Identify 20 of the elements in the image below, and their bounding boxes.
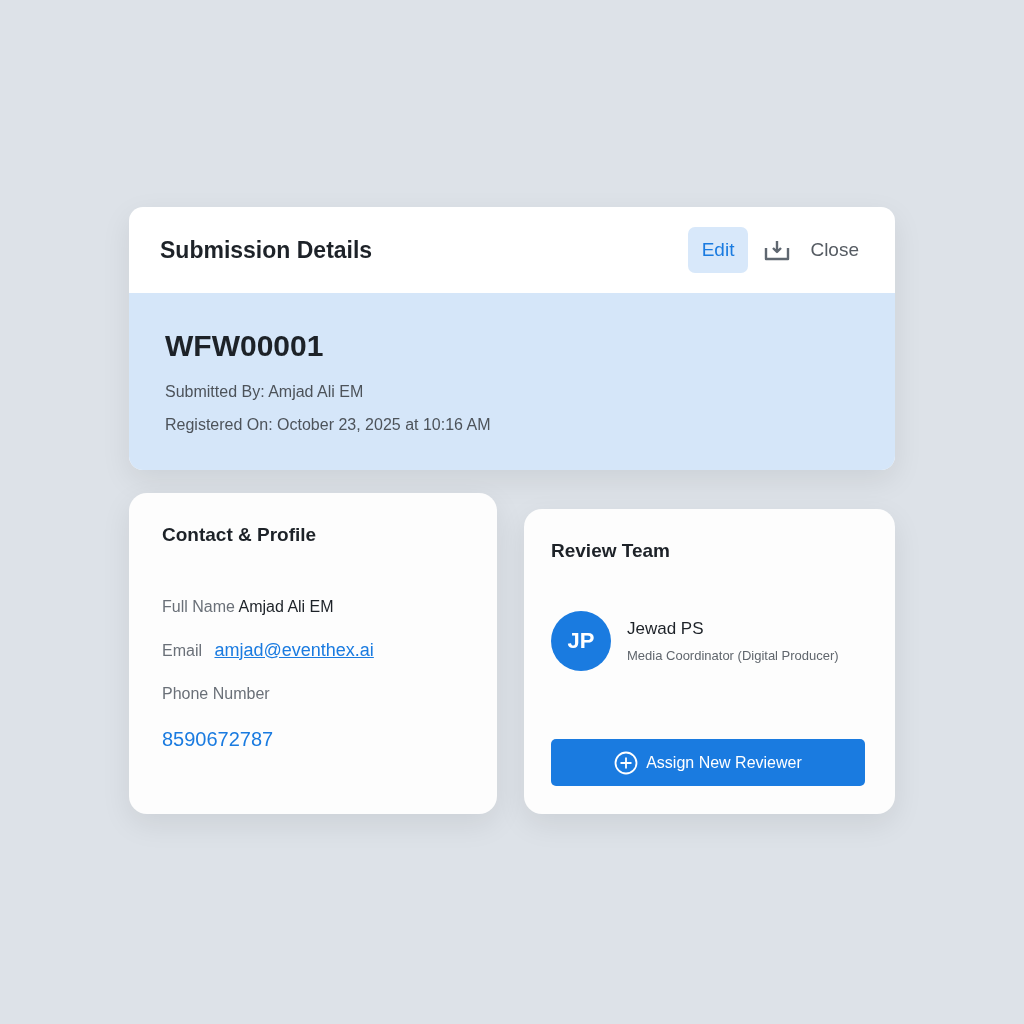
plus-circle-icon	[614, 750, 639, 775]
member-name: Jewad PS	[627, 618, 705, 640]
assign-reviewer-button[interactable]: Assign New Reviewer	[551, 739, 865, 786]
member-role: Media Coordinator (Digital Producer)	[627, 646, 839, 665]
submitted-by-text: Submitted By: Amjad Ali EM	[165, 382, 365, 402]
field-label: Phone Number	[162, 683, 270, 704]
phone-value: 8590672787	[162, 726, 275, 752]
dialog-title: Submission Details	[160, 235, 373, 265]
registered-on-text: Registered On: October 23, 2025 at 10:16 AM	[165, 415, 492, 435]
avatar: JP	[551, 610, 611, 671]
edit-button[interactable]: Edit	[687, 226, 749, 274]
download-icon[interactable]	[764, 239, 791, 261]
submission-id: WFW00001	[165, 328, 325, 364]
card-title: Review Team	[551, 539, 671, 563]
field-label: Full Name	[162, 597, 235, 615]
email-link[interactable]: amjad@eventhex.ai	[214, 639, 374, 660]
field-label: Email	[162, 641, 202, 659]
card-title: Contact & Profile	[162, 523, 318, 547]
close-button[interactable]: Close	[806, 229, 863, 271]
field-value: Amjad Ali EM	[238, 597, 334, 615]
